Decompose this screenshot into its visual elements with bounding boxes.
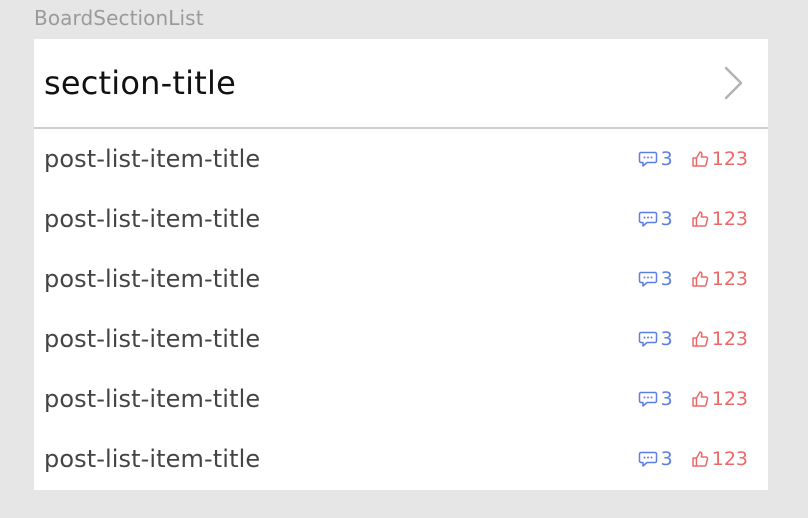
comment-count-value: 3 xyxy=(660,208,673,230)
post-meta: 3 123 xyxy=(638,148,748,170)
thumbs-up-icon xyxy=(691,210,709,228)
thumbs-up-icon xyxy=(691,270,709,288)
like-count: 123 xyxy=(691,328,748,350)
comment-count-value: 3 xyxy=(660,148,673,170)
comment-count-value: 3 xyxy=(660,448,673,470)
like-count-value: 123 xyxy=(711,328,748,350)
like-count-value: 123 xyxy=(711,268,748,290)
like-count-value: 123 xyxy=(711,448,748,470)
section-title: section-title xyxy=(44,64,236,102)
post-meta: 3 123 xyxy=(638,208,748,230)
comment-icon xyxy=(638,330,658,348)
post-title: post-list-item-title xyxy=(44,205,261,233)
comment-icon xyxy=(638,390,658,408)
thumbs-up-icon xyxy=(691,150,709,168)
post-title: post-list-item-title xyxy=(44,145,261,173)
post-title: post-list-item-title xyxy=(44,445,261,473)
post-meta: 3 123 xyxy=(638,328,748,350)
post-list-item[interactable]: post-list-item-title 3 123 xyxy=(34,249,768,309)
like-count: 123 xyxy=(691,208,748,230)
chevron-right-icon[interactable] xyxy=(718,63,748,103)
like-count-value: 123 xyxy=(711,148,748,170)
post-meta: 3 123 xyxy=(638,268,748,290)
post-meta: 3 123 xyxy=(638,388,748,410)
comment-count: 3 xyxy=(638,208,673,230)
comment-icon xyxy=(638,450,658,468)
like-count-value: 123 xyxy=(711,388,748,410)
post-list-item[interactable]: post-list-item-title 3 123 xyxy=(34,309,768,369)
post-list-item[interactable]: post-list-item-title 3 123 xyxy=(34,369,768,429)
comment-count: 3 xyxy=(638,448,673,470)
post-list: post-list-item-title 3 123 post-list-ite… xyxy=(34,129,768,489)
post-list-item[interactable]: post-list-item-title 3 123 xyxy=(34,189,768,249)
post-meta: 3 123 xyxy=(638,448,748,470)
like-count: 123 xyxy=(691,448,748,470)
comment-icon xyxy=(638,150,658,168)
post-title: post-list-item-title xyxy=(44,385,261,413)
thumbs-up-icon xyxy=(691,450,709,468)
like-count-value: 123 xyxy=(711,208,748,230)
comment-count: 3 xyxy=(638,328,673,350)
thumbs-up-icon xyxy=(691,390,709,408)
like-count: 123 xyxy=(691,148,748,170)
comment-count-value: 3 xyxy=(660,268,673,290)
comment-icon xyxy=(638,210,658,228)
comment-count: 3 xyxy=(638,148,673,170)
comment-count-value: 3 xyxy=(660,328,673,350)
thumbs-up-icon xyxy=(691,330,709,348)
post-list-item[interactable]: post-list-item-title 3 123 xyxy=(34,129,768,189)
comment-count: 3 xyxy=(638,388,673,410)
post-title: post-list-item-title xyxy=(44,265,261,293)
like-count: 123 xyxy=(691,388,748,410)
like-count: 123 xyxy=(691,268,748,290)
comment-count: 3 xyxy=(638,268,673,290)
section-header[interactable]: section-title xyxy=(34,39,768,129)
component-label: BoardSectionList xyxy=(34,6,204,30)
comment-count-value: 3 xyxy=(660,388,673,410)
comment-icon xyxy=(638,270,658,288)
board-section-card: section-title post-list-item-title 3 123… xyxy=(34,39,768,490)
post-title: post-list-item-title xyxy=(44,325,261,353)
post-list-item[interactable]: post-list-item-title 3 123 xyxy=(34,429,768,489)
